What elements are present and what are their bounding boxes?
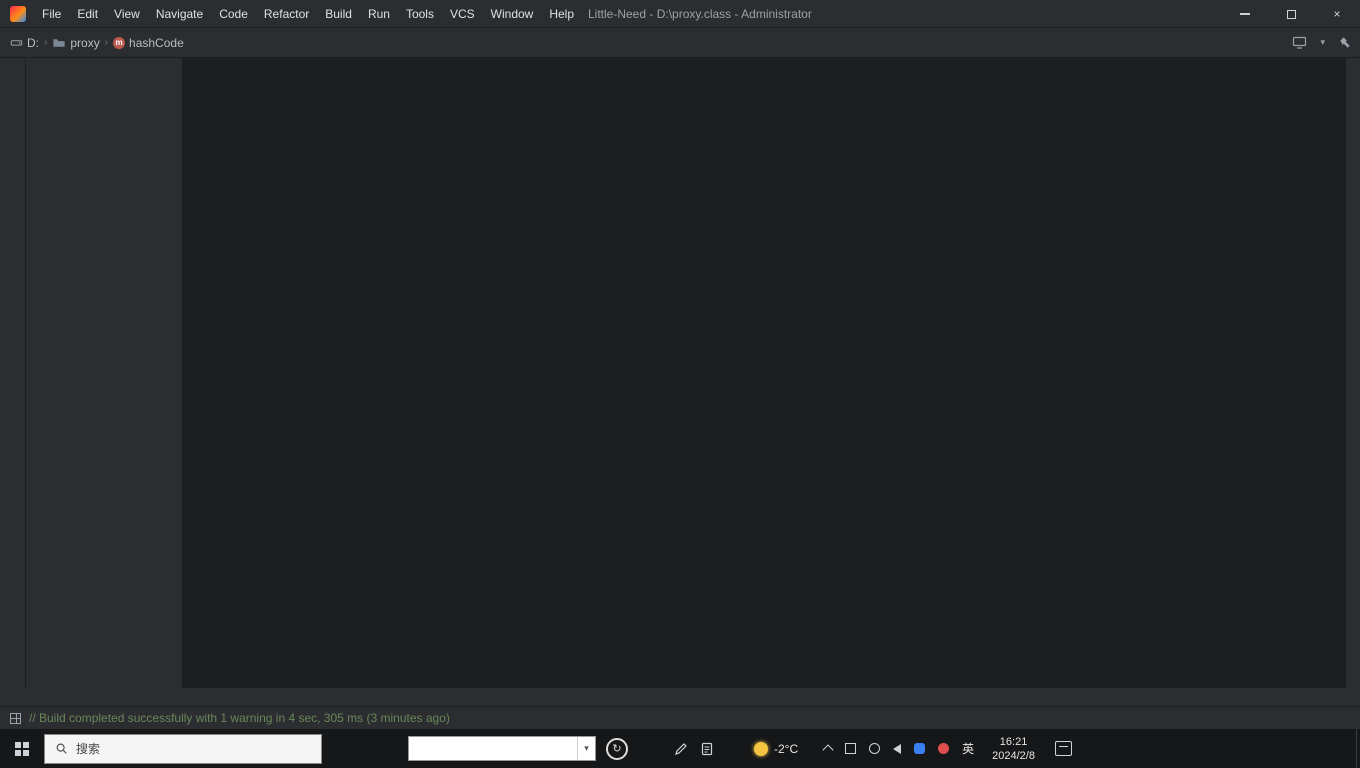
breadcrumb: D: › proxy › m hashCode <box>0 36 184 50</box>
menu-vcs[interactable]: VCS <box>442 0 483 27</box>
folder-icon <box>52 36 66 50</box>
taskbar-search[interactable]: 搜索 <box>44 733 322 764</box>
chevron-down-icon: ▾ <box>1320 37 1325 47</box>
chevron-down-icon[interactable]: ▾ <box>577 737 595 760</box>
app-logo-icon[interactable] <box>10 5 26 22</box>
volume-icon[interactable] <box>893 743 902 754</box>
search-icon <box>55 742 68 755</box>
breadcrumb-label: hashCode <box>129 35 184 50</box>
menu-bar: File Edit View Navigate Code Refactor Build Run… <box>34 0 582 27</box>
action-center-icon[interactable] <box>1054 741 1072 756</box>
system-tray: 英 <box>822 740 974 757</box>
tray-app1-icon[interactable] <box>845 743 857 754</box>
project-panel-header <box>26 58 182 88</box>
menu-help[interactable]: Help <box>541 0 582 27</box>
hammer-icon[interactable] <box>1338 36 1352 50</box>
clock-time: 16:21 <box>999 735 1028 748</box>
weather-temperature: -2°C <box>774 741 799 756</box>
clock-date: 2024/2/8 <box>992 749 1035 762</box>
drive-icon <box>10 36 23 49</box>
menu-refactor[interactable]: Refactor <box>256 0 317 27</box>
project-panel <box>26 58 183 688</box>
breadcrumb-item-proxy[interactable]: proxy <box>52 35 100 50</box>
taskbar-circle-button[interactable]: ↻ <box>606 737 628 760</box>
breadcrumb-label: proxy <box>70 35 100 50</box>
menu-run[interactable]: Run <box>360 0 398 27</box>
breadcrumb-separator-icon: › <box>44 37 48 48</box>
windows-taskbar: 搜索 ▾ ↻ -2°C 英 16:21 2024/2/8 <box>0 729 1360 768</box>
tool-window-bar <box>0 688 1360 706</box>
menu-navigate[interactable]: Navigate <box>148 0 211 27</box>
ime-indicator[interactable]: 英 <box>962 740 974 757</box>
menu-file[interactable]: File <box>34 0 69 27</box>
left-tool-stripe <box>0 58 26 688</box>
run-toolbar: ▾ <box>1292 35 1360 50</box>
menu-build[interactable]: Build <box>317 0 360 27</box>
minimize-button[interactable] <box>1222 0 1268 28</box>
menu-code[interactable]: Code <box>211 0 256 27</box>
breadcrumb-label: D: <box>27 35 39 50</box>
menu-tools[interactable]: Tools <box>398 0 442 27</box>
start-button[interactable] <box>0 729 44 768</box>
right-tool-stripe <box>1345 58 1360 688</box>
breadcrumb-separator-icon: › <box>104 37 109 48</box>
menu-window[interactable]: Window <box>483 0 542 27</box>
tray-app2-icon[interactable] <box>869 743 881 754</box>
maximize-button[interactable] <box>1268 0 1314 28</box>
sun-icon <box>754 741 768 756</box>
status-bar: // Build completed successfully with 1 w… <box>0 706 1360 729</box>
breadcrumb-item-d[interactable]: D: <box>10 36 39 50</box>
breadcrumb-item-hashcode[interactable]: m hashCode <box>113 36 184 50</box>
main-toolbar: D: › proxy › m hashCode ▾ <box>0 28 1360 58</box>
taskbar-combobox[interactable]: ▾ <box>408 736 596 761</box>
tray-expand-icon[interactable] <box>822 744 834 756</box>
ide-window: File Edit View Navigate Code Refactor Build Run… <box>0 0 1360 768</box>
layout-grid-icon[interactable] <box>10 712 21 724</box>
editor-area <box>183 58 1345 688</box>
device-selector-icon[interactable] <box>1292 35 1307 50</box>
tray-app3-icon[interactable] <box>914 743 926 754</box>
menu-edit[interactable]: Edit <box>69 0 106 27</box>
close-button[interactable]: × <box>1314 0 1360 28</box>
tray-app4-icon[interactable] <box>938 743 950 754</box>
status-message: // Build completed successfully with 1 w… <box>29 711 450 725</box>
title-bar: File Edit View Navigate Code Refactor Build Run… <box>0 0 1360 28</box>
window-title: Little-Need - D:\proxy.class - Administr… <box>588 7 812 21</box>
taskbar-weather[interactable]: -2°C <box>754 741 799 756</box>
method-icon: m <box>113 36 126 49</box>
taskbar-widget-doc-icon[interactable] <box>700 742 714 756</box>
window-controls: × <box>1222 0 1360 28</box>
show-desktop-button[interactable] <box>1356 729 1360 768</box>
taskbar-clock[interactable]: 16:21 2024/2/8 <box>992 735 1035 763</box>
menu-view[interactable]: View <box>106 0 148 27</box>
taskbar-widget-pen-icon[interactable] <box>674 742 688 756</box>
taskbar-search-placeholder: 搜索 <box>76 742 101 756</box>
windows-logo-icon <box>15 741 29 756</box>
